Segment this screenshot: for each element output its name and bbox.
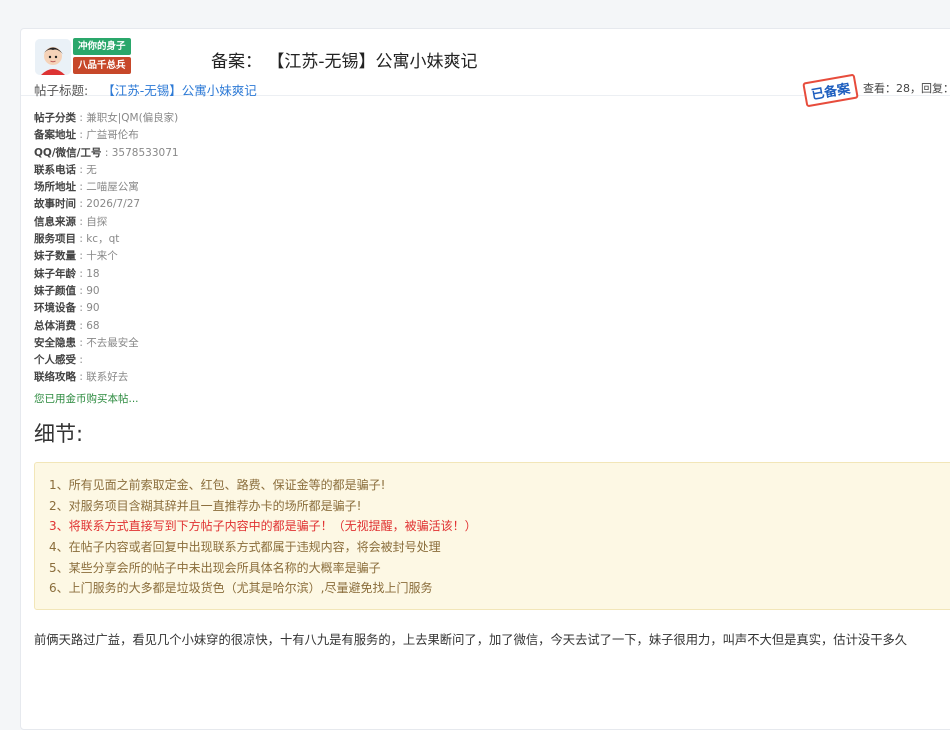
- info-value: 90: [86, 302, 100, 315]
- info-value: 68: [86, 319, 100, 332]
- info-separator: :: [76, 112, 87, 124]
- info-separator: :: [76, 267, 87, 280]
- notice-item: 2、对服务项目含糊其辞并且一直推荐办卡的场所都是骗子!: [49, 498, 362, 513]
- notice-item-warning: 3、将联系方式直接写到下方帖子内容中的都是骗子！（无视提醒，被骗活该！）: [49, 519, 477, 534]
- info-value: 十来个: [86, 250, 118, 263]
- info-value: 联系好去: [86, 371, 129, 384]
- user-title-badge: 冲你的身子: [73, 38, 131, 55]
- info-row: 安全隐患 : 不去最安全: [34, 335, 950, 352]
- post-info-list: 帖子分类 : 兼职女|QM(偏良家) 备案地址 : 广益哥伦布 QQ/微信/工号 :…: [34, 110, 950, 387]
- info-row: 联系电话 : 无: [34, 162, 950, 179]
- info-key: 妹子颜值: [34, 284, 76, 297]
- info-key: 妹子数量: [34, 250, 76, 263]
- info-separator: :: [76, 284, 87, 297]
- info-value: 无: [86, 163, 97, 176]
- info-row: 备案地址 : 广益哥伦布: [34, 127, 950, 144]
- info-separator: :: [101, 146, 112, 159]
- info-value: 90: [86, 284, 100, 297]
- info-value: 二喵屋公寓: [86, 181, 139, 194]
- info-value: 2026/7/27: [86, 198, 141, 211]
- info-row: 环境设备 : 90: [34, 300, 950, 317]
- purchased-notice[interactable]: 您已用金币购买本帖...: [34, 391, 950, 406]
- info-row: 帖子分类 : 兼职女|QM(偏良家): [34, 110, 950, 127]
- info-row: 妹子颜值 : 90: [34, 283, 950, 300]
- subject-link[interactable]: 【江苏-无锡】公寓小妹爽记: [102, 83, 257, 98]
- notice-item: 5、某些分享会所的帖子中未出现会所具体名称的大概率是骗子: [49, 560, 381, 575]
- view-reply-count: 查看：28，回复：: [863, 82, 950, 95]
- warning-notice-box: 1、所有见面之前索取定金、红包、路费、保证金等的都是骗子! 2、对服务项目含糊其…: [34, 462, 950, 610]
- info-row: 服务项目 : kc，qt: [34, 231, 950, 248]
- post-body: 帖子标题: 【江苏-无锡】公寓小妹爽记 已备案 查看：28，回复： 帖子分类 : …: [34, 73, 950, 448]
- post-story-text: 前俩天路过广益，看见几个小妹穿的很凉快，十有八九是有服务的，上去果断问了，加了微…: [34, 633, 908, 647]
- info-separator: :: [76, 302, 87, 315]
- info-separator: :: [76, 233, 87, 246]
- avatar[interactable]: [35, 39, 71, 75]
- info-key: 妹子年龄: [34, 267, 76, 280]
- info-row: 妹子数量 : 十来个: [34, 248, 950, 265]
- info-row: 故事时间 : 2026/7/27: [34, 196, 950, 213]
- post-subject: 帖子标题: 【江苏-无锡】公寓小妹爽记 已备案 查看：28，回复：: [34, 73, 950, 108]
- notice-item: 4、在帖子内容或者回复中出现联系方式都属于违规内容，将会被封号处理: [49, 540, 441, 555]
- info-separator: :: [76, 129, 87, 142]
- info-value: 自探: [86, 215, 108, 228]
- info-row: 妹子年龄 : 18: [34, 266, 950, 283]
- info-row: 总体消费 : 68: [34, 318, 950, 335]
- info-key: 环境设备: [34, 302, 76, 315]
- info-row: 场所地址 : 二喵屋公寓: [34, 179, 950, 196]
- info-value: 兼职女|QM(偏良家): [86, 112, 179, 124]
- info-key: 故事时间: [34, 198, 76, 211]
- info-separator: :: [76, 250, 87, 263]
- page-title: 备案： 【江苏-无锡】公寓小妹爽记: [211, 52, 478, 72]
- subject-label: 帖子标题:: [34, 83, 89, 98]
- user-rank-badge: 八品千总兵: [73, 57, 131, 74]
- detail-heading: 细节:: [34, 421, 84, 446]
- info-separator: :: [76, 319, 87, 332]
- info-key: 备案地址: [34, 129, 76, 142]
- info-separator: :: [76, 371, 87, 384]
- info-separator: :: [76, 215, 87, 228]
- info-key: 信息来源: [34, 215, 76, 228]
- info-value: kc，qt: [86, 233, 120, 246]
- info-row: 信息来源 : 自探: [34, 214, 950, 231]
- info-key: 服务项目: [34, 233, 76, 246]
- info-key: 总体消费: [34, 319, 76, 332]
- info-key: 帖子分类: [34, 112, 76, 124]
- info-row: QQ/微信/工号 : 3578533071: [34, 145, 950, 162]
- info-separator: :: [76, 354, 83, 367]
- info-value: 广益哥伦布: [86, 129, 139, 142]
- info-separator: :: [76, 198, 87, 211]
- info-key: 场所地址: [34, 181, 76, 194]
- notice-item: 1、所有见面之前索取定金、红包、路费、保证金等的都是骗子!: [49, 478, 386, 492]
- info-key: 安全隐患: [34, 336, 76, 349]
- info-key: QQ/微信/工号: [34, 146, 102, 159]
- notice-item: 6、上门服务的大多都是垃圾货色（尤其是哈尔滨）,尽量避免找上门服务: [49, 581, 433, 596]
- info-separator: :: [76, 336, 87, 349]
- info-value: 18: [86, 267, 100, 280]
- info-row: 联络攻略 : 联系好去: [34, 369, 950, 386]
- info-value: 不去最安全: [86, 336, 139, 349]
- info-row: 个人感受 :: [34, 352, 950, 369]
- info-key: 联络攻略: [34, 371, 76, 384]
- info-key: 个人感受: [34, 354, 76, 367]
- info-separator: :: [76, 163, 87, 176]
- info-key: 联系电话: [34, 163, 76, 176]
- info-value: 3578533071: [111, 146, 179, 159]
- info-separator: :: [76, 181, 87, 194]
